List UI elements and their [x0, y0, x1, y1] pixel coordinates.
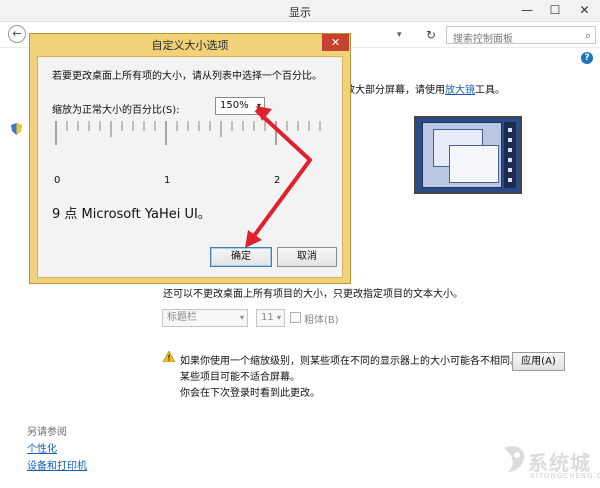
ruler-label-1: 1 — [164, 175, 171, 186]
scale-label: 缩放为正常大小的百分比(S): — [52, 105, 180, 116]
see-also-heading: 另请参阅 — [27, 427, 67, 438]
dialog-content: 若要更改桌面上所有项的大小，请从列表中选择一个百分比。 缩放为正常大小的百分比(… — [37, 56, 343, 278]
address-bar[interactable] — [352, 26, 414, 44]
strip-dot — [508, 158, 512, 162]
strip-dot — [508, 138, 512, 142]
magnifier-link[interactable]: 放大镜 — [445, 85, 475, 96]
shield-icon — [11, 123, 22, 135]
dialog-instruction: 若要更改桌面上所有项的大小，请从列表中选择一个百分比。 — [52, 71, 322, 82]
warning-icon — [163, 351, 175, 362]
warning-line-3: 你会在下次登录时看到此更改。 — [180, 388, 320, 399]
strip-dot — [508, 148, 512, 152]
monitor-screen — [422, 122, 502, 188]
warning-line-2: 某些项目可能不适合屏幕。 — [180, 372, 300, 383]
magnifier-text-tail: 工具。 — [475, 85, 505, 96]
personalization-link[interactable]: 个性化 — [27, 440, 57, 455]
help-icon[interactable]: ? — [581, 52, 593, 64]
chevron-down-icon: ▾ — [256, 101, 261, 110]
size-select-value: 11 — [261, 312, 274, 323]
cancel-button[interactable]: 取消 — [277, 247, 337, 267]
refresh-icon[interactable]: ↻ — [422, 26, 440, 44]
window-title: 显示 — [289, 6, 311, 19]
strip-dot — [508, 168, 512, 172]
back-arrow-icon[interactable]: ← — [8, 25, 26, 43]
minimize-button[interactable]: — — [513, 0, 541, 20]
ok-button[interactable]: 确定 — [210, 247, 272, 267]
strip-dot — [508, 128, 512, 132]
bold-label: 粗体(B) — [304, 315, 339, 326]
monitor-illustration — [414, 116, 522, 194]
devices-printers-link[interactable]: 设备和打印机 — [27, 457, 87, 472]
maximize-button[interactable]: ☐ — [541, 0, 569, 20]
close-button[interactable]: ✕ — [569, 0, 600, 20]
monitor-side-strip — [504, 122, 516, 188]
ruler-label-2: 2 — [274, 175, 281, 186]
item-select-value: 标题栏 — [167, 312, 197, 323]
chevron-down-icon: ▾ — [239, 313, 244, 322]
ruler-label-0: 0 — [54, 175, 61, 186]
text-only-description: 还可以不更改桌面上所有项目的大小，只更改指定项目的文本大小。 — [163, 289, 463, 300]
search-input[interactable]: 搜索控制面板 ⌕ — [446, 26, 596, 45]
watermark-url: XITONGCHENG.COM — [530, 472, 600, 480]
custom-size-dialog: 自定义大小选项 ✕ 若要更改桌面上所有项的大小，请从列表中选择一个百分比。 缩放… — [29, 33, 351, 284]
strip-dot — [508, 178, 512, 182]
chevron-down-icon: ▾ — [276, 313, 281, 322]
scale-percentage-select[interactable]: 150% ▾ — [215, 97, 265, 115]
warning-line-1: 如果你使用一个缩放级别，则某些项在不同的显示器上的大小可能各不相同。 — [180, 356, 520, 367]
search-placeholder: 搜索控制面板 — [453, 34, 513, 45]
magnifier-sentence: 放大部分屏幕，请使用放大镜工具。 — [345, 81, 505, 96]
bold-checkbox[interactable] — [290, 312, 301, 323]
dialog-title: 自定义大小选项 — [151, 39, 229, 52]
monitor-window-front — [449, 145, 499, 183]
watermark-logo-icon — [504, 446, 525, 472]
dialog-close-button[interactable]: ✕ — [322, 34, 349, 51]
chevron-down-icon[interactable]: ▾ — [397, 26, 402, 44]
font-preview-text: 9 点 Microsoft YaHei UI。 — [52, 207, 211, 222]
search-icon: ⌕ — [584, 29, 591, 42]
title-bar: 显示 — ☐ ✕ — [0, 0, 600, 22]
magnifier-text: 放大部分屏幕，请使用 — [345, 85, 445, 96]
apply-button[interactable]: 应用(A) — [512, 352, 565, 371]
size-select[interactable]: 11 ▾ — [256, 309, 285, 327]
item-select[interactable]: 标题栏 ▾ — [162, 309, 248, 327]
scale-select-value: 150% — [220, 100, 249, 111]
scale-ruler[interactable] — [52, 119, 332, 169]
